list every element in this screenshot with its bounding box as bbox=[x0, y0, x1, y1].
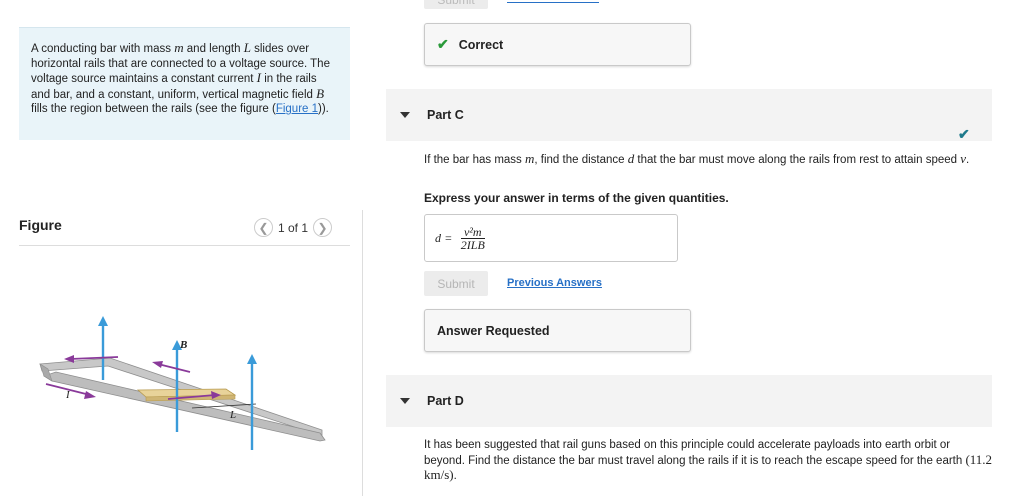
front-rail bbox=[43, 371, 326, 442]
submit-button[interactable]: Submit bbox=[424, 271, 488, 296]
figure-link[interactable]: Figure 1 bbox=[276, 103, 318, 115]
question-text: It has been suggested that rail guns bas… bbox=[424, 439, 966, 467]
panel-divider bbox=[362, 210, 363, 496]
question-text: that the bar must move along the rails f… bbox=[634, 154, 961, 166]
problem-text: )). bbox=[318, 103, 329, 116]
part-d-title: Part D bbox=[427, 394, 464, 408]
part-d-question: It has been suggested that rail guns bas… bbox=[424, 438, 994, 484]
chevron-right-icon[interactable]: ❯ bbox=[313, 218, 333, 237]
magnetic-field-arrows bbox=[98, 316, 257, 450]
problem-text: A conducting bar with mass bbox=[31, 43, 175, 55]
part-c-header[interactable]: Part C bbox=[386, 89, 992, 141]
part-c-title: Part C bbox=[427, 108, 464, 122]
answer-fraction: v²m 2ILB bbox=[458, 226, 488, 251]
label-L: L bbox=[229, 409, 236, 421]
correct-feedback: ✔ Correct bbox=[424, 23, 691, 66]
divider bbox=[19, 245, 350, 246]
completed-check-icon: ✔ bbox=[958, 126, 970, 142]
problem-statement: A conducting bar with mass m and length … bbox=[19, 27, 350, 140]
fraction-denominator: 2ILB bbox=[460, 237, 485, 252]
chevron-left-icon[interactable]: ❮ bbox=[254, 218, 273, 237]
part-d-header[interactable]: Part D bbox=[386, 375, 992, 427]
problem-text: fills the region between the rails (see … bbox=[31, 103, 276, 116]
problem-text: and length bbox=[183, 43, 244, 55]
feedback-label: Answer Requested bbox=[437, 323, 550, 338]
previous-answers-link[interactable]: Previous Answers bbox=[507, 277, 602, 289]
question-text: . bbox=[453, 470, 457, 482]
answer-variable: d bbox=[435, 230, 441, 245]
caret-down-icon bbox=[400, 398, 410, 404]
caret-down-icon bbox=[400, 112, 410, 118]
var-L: L bbox=[243, 40, 251, 55]
var-B: B bbox=[316, 85, 325, 101]
var-m: m bbox=[525, 151, 535, 166]
pager-text: 1 of 1 bbox=[278, 220, 309, 235]
figure-pager: ❮ 1 of 1 ❯ bbox=[254, 218, 333, 237]
answer-requested-feedback: Answer Requested bbox=[424, 309, 691, 352]
label-B: B bbox=[179, 339, 187, 351]
question-text: , find the distance bbox=[534, 154, 628, 166]
question-text: . bbox=[966, 154, 970, 166]
var-m: m bbox=[174, 40, 184, 55]
equals-sign: = bbox=[445, 230, 452, 245]
part-c-question: If the bar has mass m, find the distance… bbox=[424, 151, 994, 168]
rail-gun-figure: L B I bbox=[39, 316, 326, 450]
question-text: If the bar has mass bbox=[424, 154, 525, 166]
feedback-label: Correct bbox=[458, 37, 504, 52]
figure-title: Figure bbox=[19, 217, 62, 233]
answer-field[interactable]: d = v²m 2ILB bbox=[424, 214, 678, 262]
submit-button-partial[interactable]: Submit bbox=[424, 0, 488, 9]
answer-instruction: Express your answer in terms of the give… bbox=[424, 191, 729, 205]
check-icon: ✔ bbox=[437, 36, 449, 52]
fraction-numerator: v²m bbox=[460, 226, 485, 239]
previous-answers-link-partial[interactable] bbox=[507, 0, 599, 3]
